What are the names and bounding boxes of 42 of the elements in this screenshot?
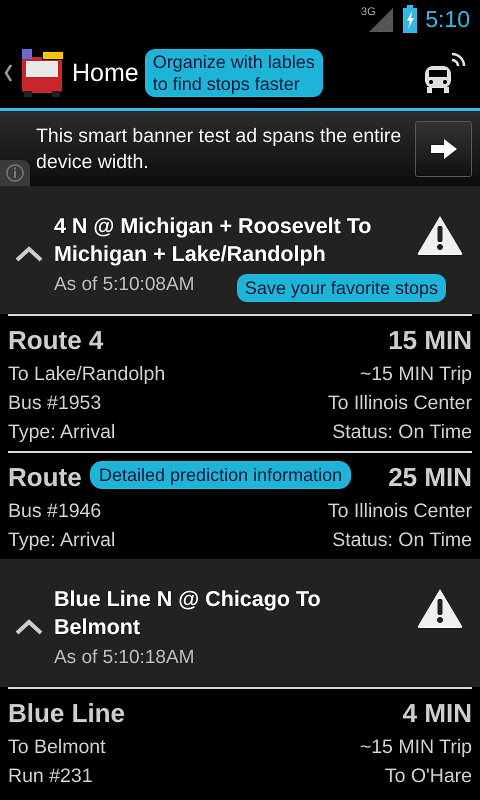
prediction-detail: Status: On Time: [332, 421, 472, 444]
route-name: Blue Line: [8, 698, 126, 728]
stop-header[interactable]: 4 N @ Michigan + Roosevelt To Michigan + Lake/Randolph As of 5:10:08AM Save your favorite stops: [0, 186, 480, 314]
clock-time: 5:10: [425, 6, 470, 32]
stop-title: 4 N @ Michigan + Roosevelt To Michigan + Lake/Randolph: [54, 213, 372, 268]
warning-icon[interactable]: [416, 587, 464, 629]
arrival-eta: 4 MIN: [402, 698, 472, 728]
prediction-detail: Type: Arrival: [8, 421, 116, 444]
route-name: Route 4: [8, 324, 104, 356]
prediction-detail: ~15 MIN Trip: [360, 736, 472, 759]
ad-info-button[interactable]: [0, 160, 30, 186]
prediction-detail: Bus #1946: [8, 500, 102, 523]
arrival-eta: 25 MIN: [388, 462, 472, 492]
info-icon: [6, 164, 24, 182]
prediction-detail: To Illinois Center: [328, 392, 472, 415]
ad-open-button[interactable]: [415, 120, 472, 176]
updated-time: As of 5:10:18AM: [54, 647, 194, 669]
prediction-detail: Bus #1953: [8, 392, 102, 415]
prediction-detail: To O'Hare: [384, 765, 472, 788]
prediction-detail: To Belmont: [8, 736, 106, 759]
screen-title: Home: [72, 58, 139, 88]
warning-icon[interactable]: [416, 214, 464, 256]
chevron-up-icon[interactable]: [14, 245, 44, 263]
stop-header[interactable]: Blue Line N @ Chicago To Belmont As of 5:10:18AM: [0, 559, 480, 687]
prediction-detail: To Illinois Center: [328, 500, 472, 523]
bus-signal-icon[interactable]: [422, 50, 468, 96]
route-name: Route: [8, 462, 82, 492]
prediction-detail: Type: Arrival: [8, 529, 116, 552]
right-arrow-icon: [430, 138, 458, 160]
hint-callout: Save your favorite stops: [236, 274, 446, 302]
chevron-up-icon[interactable]: [14, 618, 44, 636]
updated-time: As of 5:10:08AM: [54, 274, 194, 296]
hint-callout: Organize with lables to find stops faster: [144, 49, 323, 97]
arrival-eta: 15 MIN: [388, 324, 472, 356]
prediction-detail: To Lake/Randolph: [8, 363, 166, 386]
prediction-detail: ~15 MIN Trip: [360, 363, 472, 386]
prediction-detail: Run #231: [8, 765, 93, 788]
battery-icon: [403, 5, 418, 33]
stop-title: Blue Line N @ Chicago To Belmont: [54, 586, 322, 641]
prediction-detail: Status: On Time: [332, 529, 472, 552]
back-caret-icon[interactable]: [4, 64, 12, 82]
hint-callout: Detailed prediction information: [90, 461, 352, 489]
